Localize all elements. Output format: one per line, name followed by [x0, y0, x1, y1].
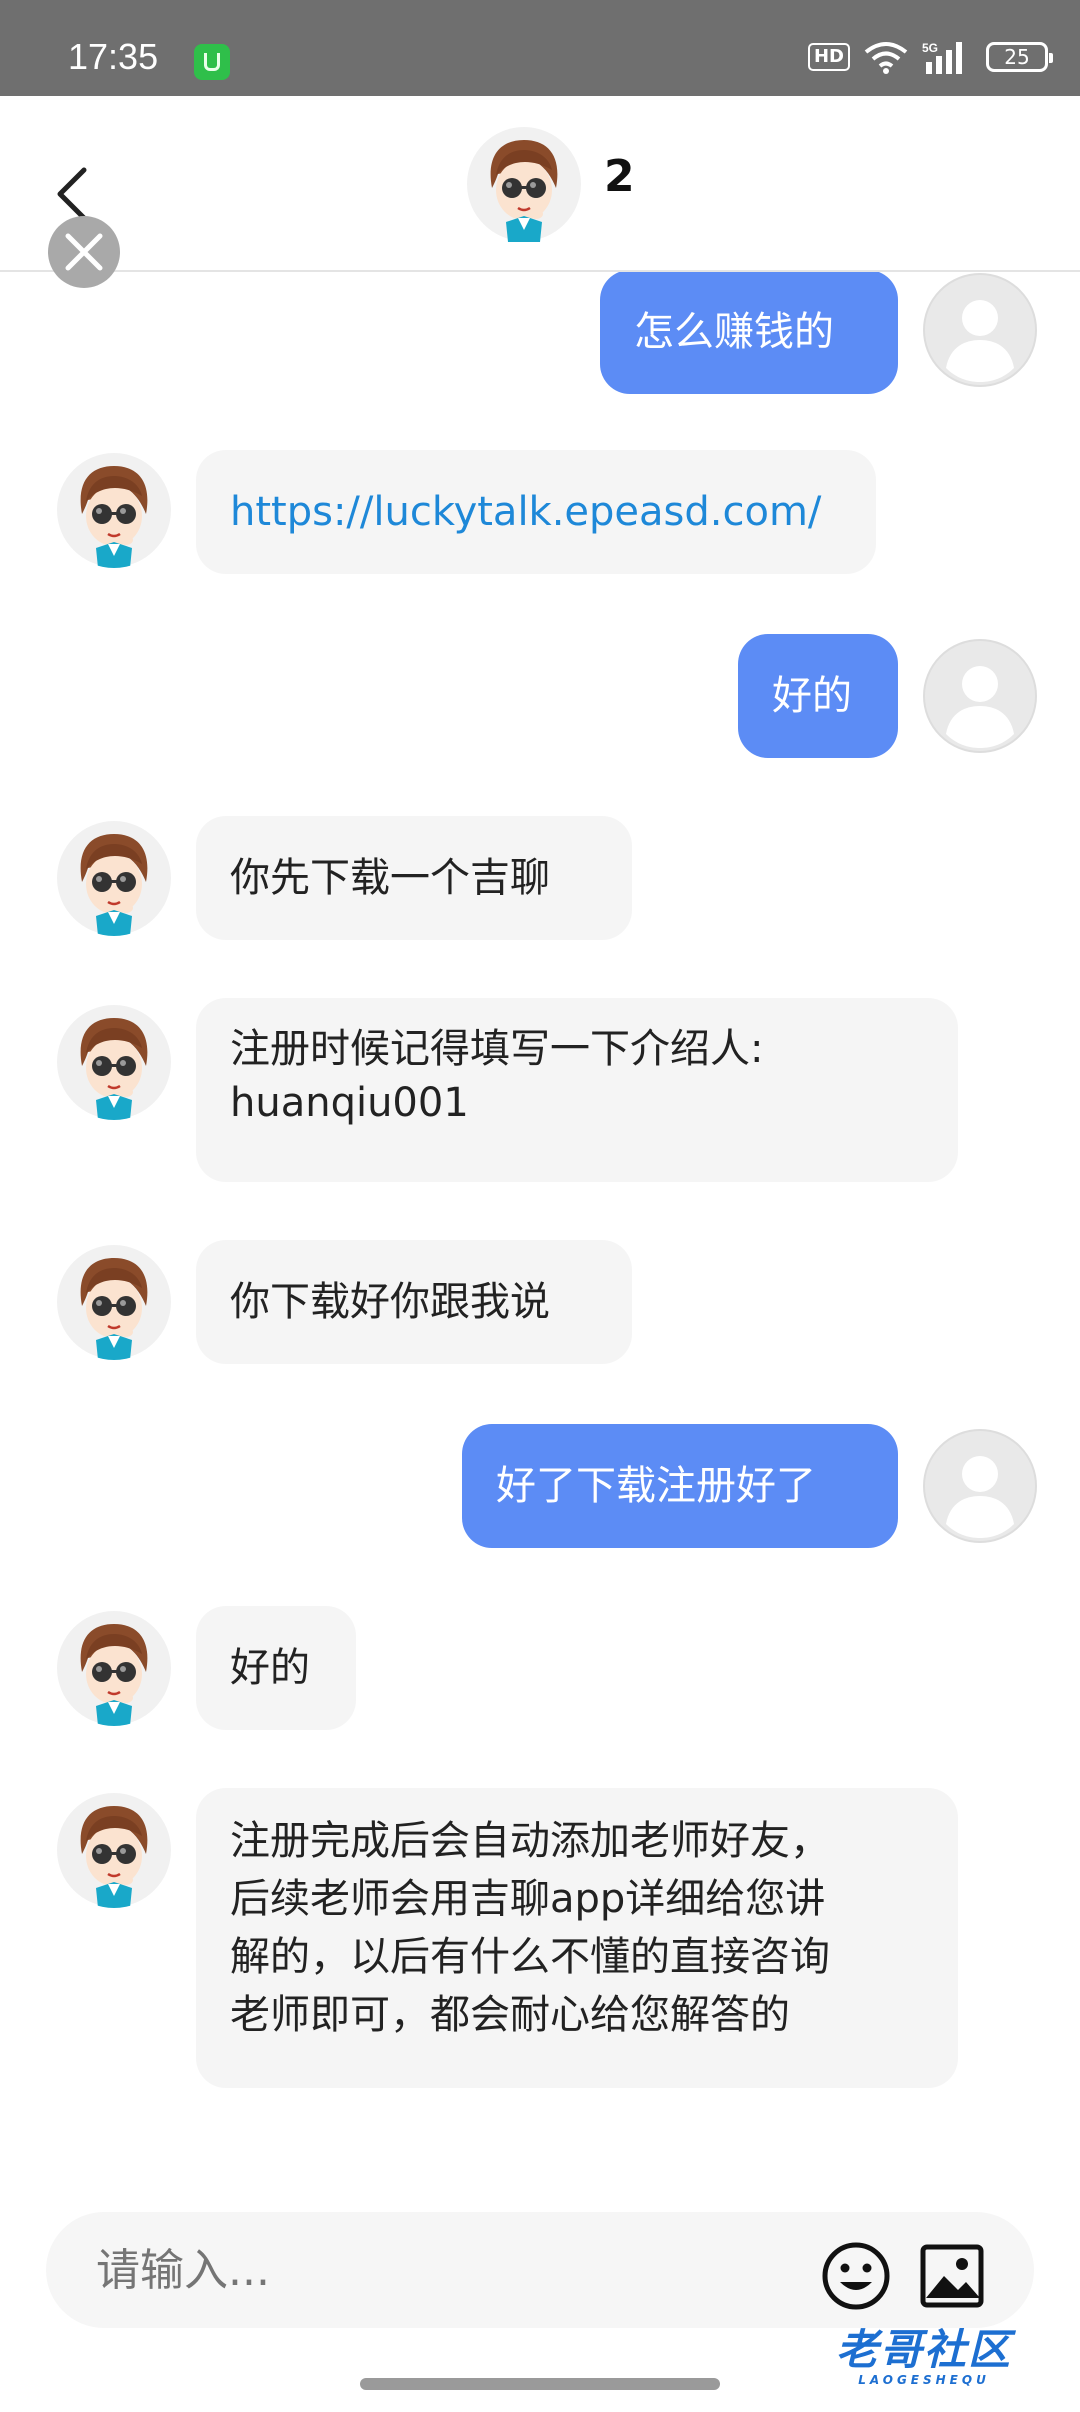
app-notification-icon [194, 44, 230, 80]
message-bubble[interactable]: 好的 [738, 634, 898, 758]
chat-title: 2 [604, 151, 635, 202]
message-composer [46, 2212, 1034, 2330]
message-bubble[interactable]: 你先下载一个吉聊 [196, 816, 632, 940]
message-bubble[interactable]: 好的 [196, 1606, 356, 1730]
wifi-icon [864, 42, 908, 74]
home-indicator[interactable] [360, 2378, 720, 2390]
watermark-text: 老哥社区 [836, 2325, 1013, 2374]
watermark-subtext: LAOGESHEQU [858, 2373, 990, 2387]
message-bubble[interactable]: 你下载好你跟我说 [196, 1240, 632, 1364]
status-icons: HD 5G 25 [807, 40, 1053, 74]
message-bubble[interactable]: 好了下载注册好了 [462, 1424, 898, 1548]
contact-avatar[interactable] [56, 820, 172, 936]
contact-avatar[interactable] [56, 1610, 172, 1726]
message-line: 注册时候记得填写一下介绍人: [230, 1026, 764, 1072]
battery-icon: 25 [986, 42, 1053, 72]
contact-avatar[interactable] [56, 1792, 172, 1908]
message-input[interactable] [94, 2212, 798, 2330]
close-icon [65, 233, 103, 271]
message-line: 老师即可，都会耐心给您解答的 [230, 1992, 790, 2038]
message-line: 解的，以后有什么不懂的直接咨询 [230, 1934, 830, 1980]
back-arrow-icon[interactable] [50, 164, 96, 224]
message-line: huanqiu001 [230, 1080, 469, 1126]
chat-header: 2 [0, 96, 1080, 272]
signal-icon: 5G [922, 41, 962, 74]
contact-avatar[interactable] [466, 126, 582, 242]
network-label: 5G [922, 41, 938, 55]
hd-icon: HD [807, 43, 850, 71]
my-avatar[interactable] [922, 638, 1038, 754]
emoji-icon[interactable] [820, 2240, 892, 2312]
contact-avatar[interactable] [56, 1244, 172, 1360]
message-line: 注册完成后会自动添加老师好友， [230, 1818, 830, 1864]
message-bubble[interactable]: 注册完成后会自动添加老师好友， 后续老师会用吉聊app详细给您讲 解的，以后有什… [196, 1788, 958, 2088]
contact-avatar[interactable] [56, 452, 172, 568]
message-line: 后续老师会用吉聊app详细给您讲 [230, 1876, 826, 1922]
message-list[interactable]: 怎么赚钱的 https://luckytalk.epeasd.com/ 好的 你… [0, 272, 1080, 2172]
message-bubble[interactable]: 怎么赚钱的 [600, 272, 898, 394]
status-time: 17:35 [68, 36, 159, 77]
my-avatar[interactable] [922, 1428, 1038, 1544]
contact-avatar[interactable] [56, 1004, 172, 1120]
status-bar: 17:35 HD 5G 25 [0, 0, 1080, 96]
image-icon[interactable] [918, 2242, 986, 2310]
my-avatar[interactable] [922, 272, 1038, 388]
message-bubble[interactable]: 注册时候记得填写一下介绍人: huanqiu001 [196, 998, 958, 1182]
close-button[interactable] [48, 216, 120, 288]
message-link[interactable]: https://luckytalk.epeasd.com/ [196, 450, 876, 574]
watermark-logo: 老哥社区 LAOGESHEQU [836, 2316, 1012, 2387]
